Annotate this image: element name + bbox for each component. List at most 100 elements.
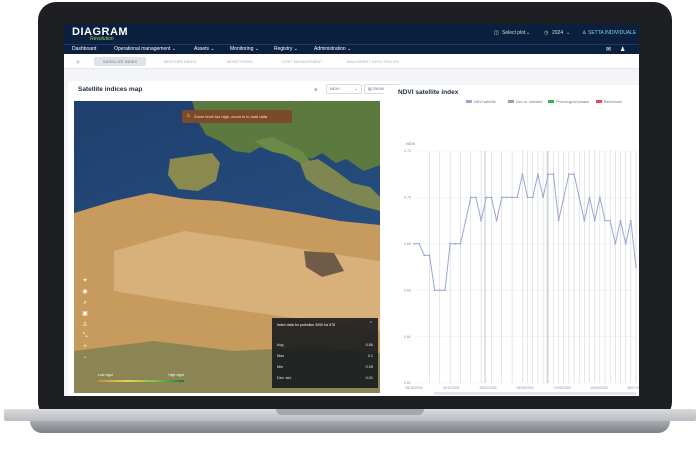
ndvi-chart[interactable]: NDVI satellite Dev vs. selected Phenologic… (384, 85, 639, 396)
laptop-base (0, 407, 700, 437)
ndvi-point (557, 219, 560, 222)
user-icon: ♙ (582, 30, 587, 36)
grid-icon[interactable]: ▦ (72, 57, 84, 66)
stats-row-max: Max 0.1 (277, 354, 373, 358)
ndvi-point (588, 196, 591, 199)
ndvi-point (521, 173, 524, 176)
menu-item-assets[interactable]: Assets ⌄ (194, 46, 215, 52)
year-dropdown[interactable]: 2024 (552, 30, 563, 36)
menu-item-administration[interactable]: Administration ⌄ (314, 46, 351, 52)
calendar-icon: ◷ (544, 30, 549, 36)
laptop-notch (276, 409, 424, 415)
stats-row-std: Dev. std. 0.01 (277, 376, 373, 380)
ndvi-point (604, 219, 606, 222)
index-select[interactable]: NDVI ⌄ (326, 84, 362, 94)
ndvi-point (428, 254, 431, 257)
measure-icon[interactable]: ⤡ (80, 331, 90, 342)
collapse-icon[interactable]: ⌃ (369, 321, 373, 327)
ndvi-point (619, 219, 622, 222)
profile-icon[interactable]: ♟ (620, 46, 625, 53)
ndvi-point (490, 196, 493, 199)
stats-row-min: Min 0.05 (277, 365, 373, 369)
tab-satellite-index[interactable]: SATELLITE INDEX (94, 57, 146, 66)
ndvi-point (516, 196, 519, 199)
ndvi-point (444, 289, 446, 292)
x-tick-label: 07/08/2025 (554, 386, 571, 390)
legend-gradient (98, 380, 184, 382)
ndvi-point (537, 173, 539, 176)
x-tick-label: 30/11/2024 (443, 386, 460, 390)
ndvi-point (480, 219, 483, 222)
ndvi-point (531, 196, 534, 199)
menu-item-monitoring[interactable]: Monitoring ⌄ (230, 46, 259, 52)
menu-item-dashboard[interactable]: Dashboard (72, 46, 96, 52)
ndvi-point (469, 196, 472, 199)
y-tick-label: 0.72 (404, 149, 411, 153)
ndvi-point (598, 196, 601, 199)
tab-cost-management[interactable]: COST MANAGEMENT (272, 57, 332, 66)
ndvi-point (495, 219, 498, 222)
y-tick-label: 0.62 (404, 381, 411, 385)
legend-swatch (508, 100, 514, 103)
menu-item-registry[interactable]: Registry ⌄ (274, 46, 298, 52)
menu-item-operational-management[interactable]: Operational management ⌄ (114, 46, 176, 52)
ndvi-point (418, 242, 421, 245)
vigor-legend: Low vigor High vigor (96, 371, 186, 387)
tabs-bar: ▦ SATELLITE INDEX WEATHER INDEX MONITORI… (64, 54, 639, 69)
plot-icon: ◫ (494, 30, 499, 36)
ndvi-point (500, 196, 503, 199)
chevron-down-icon[interactable]: ⌄ (526, 30, 530, 36)
layers-icon[interactable]: ⚙ (314, 87, 318, 92)
ndvi-point (438, 289, 441, 292)
legend-swatch (548, 100, 554, 103)
tab-machinery-data-tracks[interactable]: MACHINERY DATA TRACKS (334, 57, 412, 66)
ndvi-point (459, 242, 462, 245)
legend-entry: NDVI satellite (474, 100, 496, 104)
ndvi-point (593, 219, 596, 222)
app-screen: DIAGRAM Revolution ◫ Select plot ⌄ ◷ 202… (64, 24, 639, 396)
tab-monitoring[interactable]: MONITORING (214, 57, 266, 66)
ndvi-series-line (414, 173, 637, 291)
chart-panel: NDVI satellite index NDVI satellite Dev v… (384, 85, 639, 396)
zoom-warning-text: Zoom level too high, zoom in to load dat… (194, 114, 268, 119)
user-menu[interactable]: SETTA INDIVIDUALE (588, 30, 636, 36)
y-tick-label: 0.64 (404, 335, 411, 339)
index-select-value: NDVI (330, 86, 340, 91)
ndvi-point (475, 196, 477, 199)
zoom-in-icon[interactable]: + (80, 342, 90, 353)
person-icon[interactable]: ♙ (80, 320, 90, 331)
y-tick-label: 0.70 (404, 196, 411, 200)
x-tick-label: 05/10/2024 (406, 386, 423, 390)
map-toolbar: ✦ ◉ ⌕ ▣ ♙ ⤡ + − (80, 276, 90, 364)
layers-icon[interactable]: ▣ (80, 309, 90, 320)
search-icon[interactable]: ⌕ (80, 298, 90, 309)
locate-icon[interactable]: ✦ (80, 276, 90, 287)
ndvi-point (464, 219, 467, 222)
legend-entry: Benchmark (604, 100, 622, 104)
app-logo-subtitle: Revolution (90, 36, 114, 42)
zoom-warning: ⚠ Zoom level too high, zoom in to load d… (182, 110, 292, 123)
stats-row-avg: Avg 0.56 (277, 343, 373, 347)
legend-low-label: Low vigor (98, 373, 113, 377)
select-plot-dropdown[interactable]: Select plot (502, 30, 525, 36)
legend-entry: Phenological phases (556, 100, 589, 104)
ndvi-point (526, 196, 529, 199)
ndvi-point (583, 219, 586, 222)
ndvi-point (624, 242, 627, 245)
mail-icon[interactable]: ✉ (606, 46, 611, 53)
ndvi-point (542, 196, 544, 199)
y-tick-label: 0.66 (404, 288, 411, 292)
x-tick-label: 05/05/2025 (517, 386, 534, 390)
zoom-out-icon[interactable]: − (80, 353, 90, 364)
ndvi-point (552, 173, 555, 176)
ndvi-point (511, 196, 513, 199)
ndvi-point (547, 173, 550, 176)
ndvi-point (573, 173, 575, 176)
ndvi-point (578, 196, 581, 199)
stats-title: Index data for polindice 3000 ha 578 (277, 323, 336, 327)
chevron-down-icon[interactable]: ⌄ (566, 30, 570, 36)
tab-weather-index[interactable]: WEATHER INDEX (154, 57, 206, 66)
satellite-map[interactable]: ⚠ Zoom level too high, zoom in to load d… (74, 101, 380, 393)
target-icon[interactable]: ◉ (80, 287, 90, 298)
ndvi-point (629, 219, 632, 222)
